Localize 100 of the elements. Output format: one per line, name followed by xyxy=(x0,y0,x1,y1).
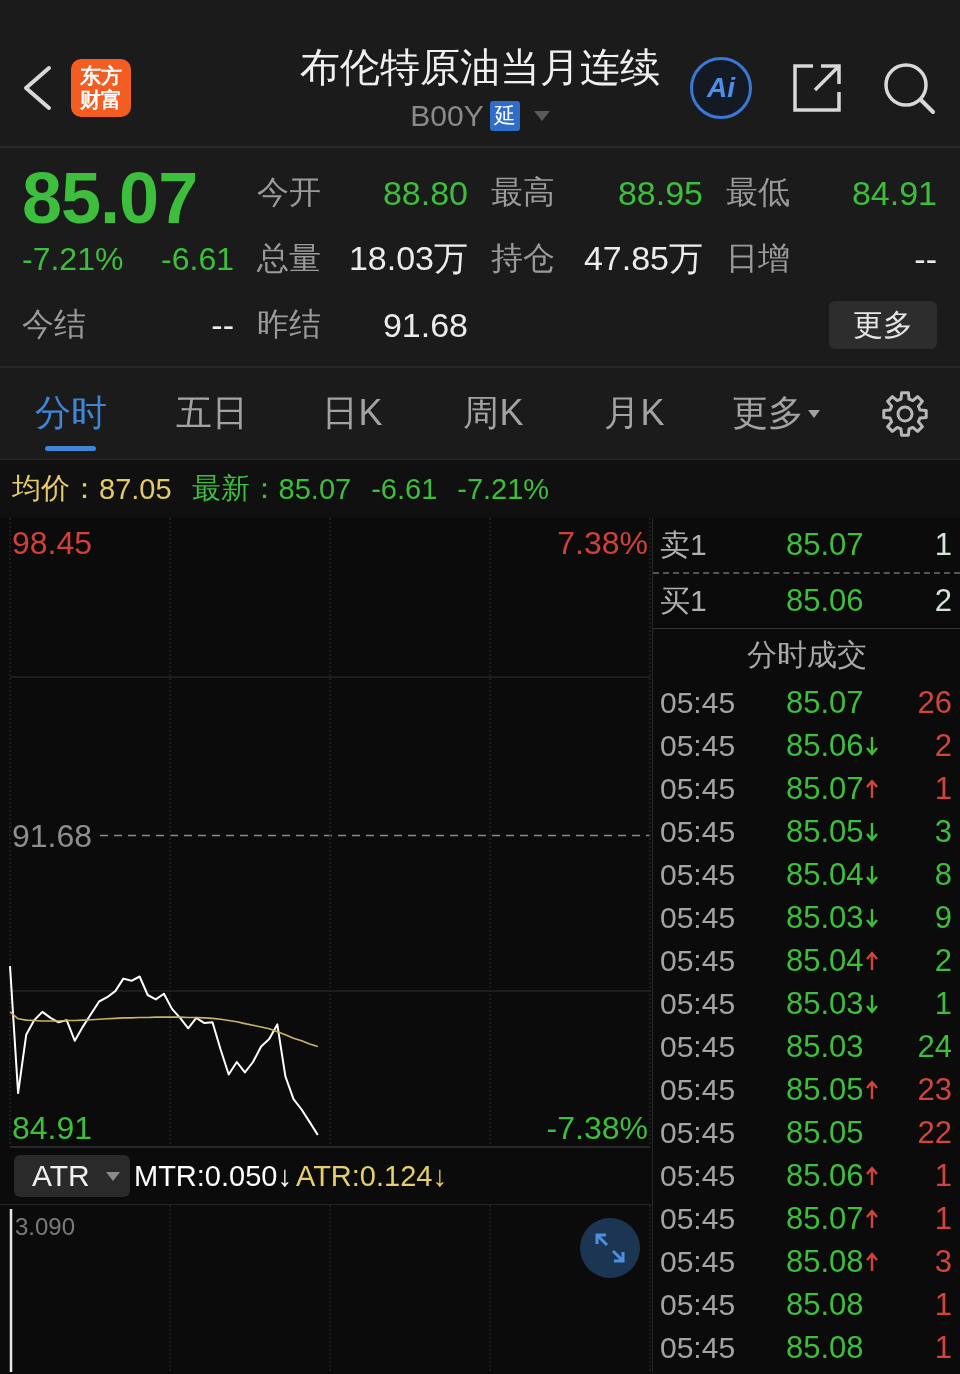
chart-tab[interactable]: 分时 xyxy=(0,368,141,459)
back-icon[interactable] xyxy=(22,65,52,111)
trade-volume: 3 xyxy=(934,1243,952,1280)
stat-value: -- xyxy=(914,239,937,279)
stat-value: -- xyxy=(211,305,234,345)
up-arrow-icon xyxy=(865,1079,878,1100)
trade-price: 85.03 xyxy=(786,1028,864,1065)
more-menu-tab[interactable]: 更多 xyxy=(705,368,846,459)
settings-icon[interactable] xyxy=(881,389,929,438)
trade-time: 05:45 xyxy=(660,986,737,1021)
trade-price: 85.07 xyxy=(786,684,864,721)
stat-label: 持仓 xyxy=(491,239,555,278)
trade-volume: 3 xyxy=(934,813,952,850)
stat-label: 总量 xyxy=(257,239,321,278)
order-book-level: 卖1 xyxy=(660,526,708,563)
last-price: 85.07 xyxy=(22,162,199,234)
trade-time: 05:45 xyxy=(660,1330,737,1365)
up-arrow-icon xyxy=(865,778,878,799)
up-arrow-icon xyxy=(865,1208,878,1229)
trade-volume: 23 xyxy=(917,1071,952,1108)
down-arrow-icon xyxy=(865,735,878,756)
trade-time: 05:45 xyxy=(660,728,737,763)
trade-price: 85.08 xyxy=(786,1243,864,1280)
order-book-volume: 1 xyxy=(934,527,952,563)
trade-volume: 1 xyxy=(934,1157,952,1194)
trade-volume: 2 xyxy=(934,942,952,979)
latest-change: -6.61 xyxy=(371,472,438,506)
trade-volume: 1 xyxy=(934,1329,952,1366)
caret-icon xyxy=(807,409,820,418)
trade-volume: 24 xyxy=(917,1028,952,1065)
trade-time: 05:45 xyxy=(660,1072,737,1107)
trade-price: 85.07 xyxy=(786,1200,864,1237)
up-arrow-icon xyxy=(865,950,878,971)
trade-time: 05:45 xyxy=(660,1244,737,1279)
trade-time: 05:45 xyxy=(660,900,737,935)
indicator-selector[interactable]: ATR xyxy=(14,1155,130,1197)
trade-price: 85.06 xyxy=(786,727,864,764)
latest-change-percent: -7.21% xyxy=(457,472,550,506)
trade-time: 05:45 xyxy=(660,1115,737,1150)
stat-value: 84.91 xyxy=(851,173,937,213)
trade-price: 85.06 xyxy=(786,1157,864,1194)
caret-icon[interactable] xyxy=(533,111,550,121)
latest-value: 85.07 xyxy=(278,472,352,506)
share-icon[interactable] xyxy=(791,62,843,114)
trade-volume: 2 xyxy=(934,727,952,764)
order-book-price: 85.06 xyxy=(786,583,865,619)
stat-label: 最低 xyxy=(726,173,790,212)
down-arrow-icon xyxy=(865,821,878,842)
trade-time: 05:45 xyxy=(660,771,737,806)
trade-time: 05:45 xyxy=(660,943,737,978)
stat-label: 今结 xyxy=(22,305,86,344)
change-amount: -6.61 xyxy=(161,240,234,278)
caret-icon xyxy=(106,1171,120,1181)
down-arrow-icon xyxy=(865,864,878,885)
trade-time: 05:45 xyxy=(660,814,737,849)
indicator-axis-label: 3.090 xyxy=(15,1213,76,1240)
expand-button[interactable] xyxy=(580,1218,640,1278)
trade-price: 85.05 xyxy=(786,813,864,850)
chart-tab[interactable]: 月K xyxy=(564,368,705,459)
stat-value: 88.80 xyxy=(382,173,468,213)
price-axis-label: 84.91 xyxy=(12,1110,93,1147)
trade-price: 85.05 xyxy=(786,1071,864,1108)
trade-volume: 1 xyxy=(934,1200,952,1237)
instrument-code: B00Y xyxy=(410,98,484,134)
trade-time: 05:45 xyxy=(660,1201,737,1236)
trade-price: 85.04 xyxy=(786,942,864,979)
trade-price: 85.08 xyxy=(786,1329,864,1366)
trade-time: 05:45 xyxy=(660,1158,737,1193)
latest-label: 最新： xyxy=(191,471,279,506)
down-arrow-icon xyxy=(865,907,878,928)
trade-volume: 8 xyxy=(934,856,952,893)
trade-volume: 26 xyxy=(917,684,952,721)
stat-label: 昨结 xyxy=(257,305,321,344)
trade-volume: 1 xyxy=(934,770,952,807)
stat-value: 47.85万 xyxy=(583,238,703,279)
stat-label: 今开 xyxy=(257,173,321,212)
expand-icon xyxy=(593,1231,627,1265)
chart-tab[interactable]: 日K xyxy=(282,368,423,459)
ai-button[interactable]: Ai xyxy=(690,57,752,119)
up-arrow-icon xyxy=(865,1251,878,1272)
trade-price: 85.07 xyxy=(786,770,864,807)
trade-time: 05:45 xyxy=(660,857,737,892)
app-logo: 东方财富 xyxy=(71,59,131,117)
percent-axis-label: 7.38% xyxy=(557,525,648,562)
chart-tab[interactable]: 周K xyxy=(423,368,564,459)
trade-price: 85.04 xyxy=(786,856,864,893)
chart-tab[interactable]: 五日 xyxy=(141,368,282,459)
search-icon[interactable] xyxy=(882,61,936,115)
indicator-reading: MTR:0.050↓ xyxy=(134,1159,292,1193)
percent-axis-label: -7.38% xyxy=(546,1110,648,1147)
trade-volume: 1 xyxy=(934,985,952,1022)
down-arrow-icon xyxy=(865,993,878,1014)
stat-value: 88.95 xyxy=(617,173,703,213)
more-button[interactable]: 更多 xyxy=(829,301,937,349)
indicator-reading: ATR:0.124↓ xyxy=(295,1159,447,1193)
price-axis-label: 91.68 xyxy=(12,817,93,854)
trades-title: 分时成交 xyxy=(745,637,868,673)
price-axis-label: 98.45 xyxy=(12,525,93,562)
stat-label: 日增 xyxy=(726,239,790,278)
delay-badge: 延 xyxy=(489,101,520,131)
